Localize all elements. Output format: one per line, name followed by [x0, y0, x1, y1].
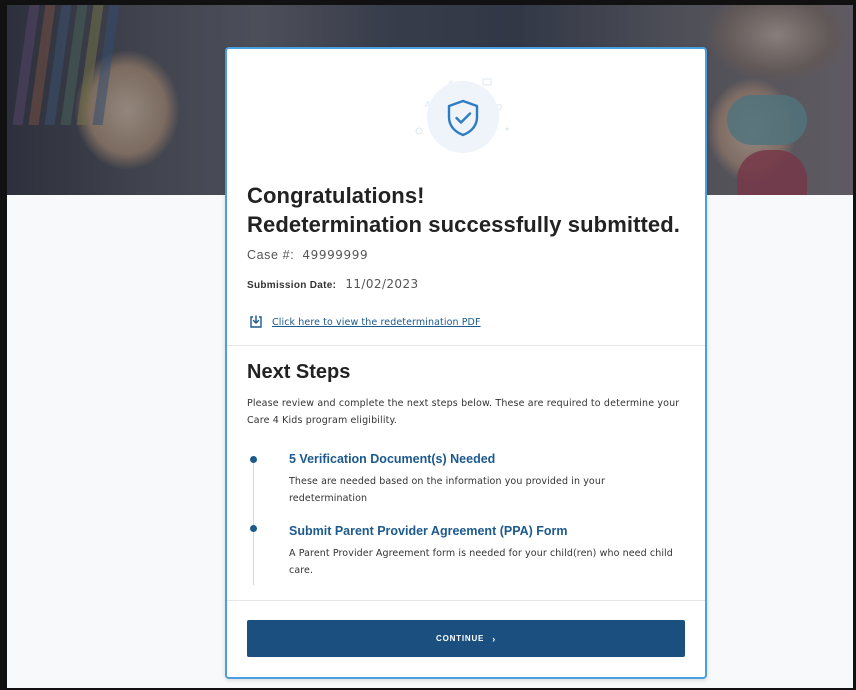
continue-button-label: CONTINUE	[436, 634, 485, 643]
view-pdf-link-label[interactable]: Click here to view the redetermination P…	[272, 317, 481, 328]
timeline-line	[253, 459, 254, 585]
chevron-right-icon: ›	[492, 633, 496, 644]
step-verification-title: 5 Verification Document(s) Needed	[289, 452, 496, 466]
success-badge: A	[407, 69, 517, 164]
next-steps-title: Next Steps	[247, 361, 351, 383]
submission-date-row: Submission Date: 11/02/2023	[247, 277, 419, 291]
section-divider	[227, 345, 705, 346]
download-icon	[250, 315, 262, 328]
timeline-dot	[250, 525, 257, 532]
case-number-value: 49999999	[302, 248, 369, 262]
timeline-dot	[250, 456, 257, 463]
view-pdf-link[interactable]: Click here to view the redetermination P…	[249, 315, 481, 329]
case-number-label: Case #:	[247, 248, 295, 262]
app-frame: A Congratulations! Redetermination succe…	[0, 0, 856, 690]
shield-check-icon	[447, 99, 479, 137]
step-ppa-title: Submit Parent Provider Agreement (PPA) F…	[289, 524, 568, 538]
confirmation-card: A Congratulations! Redetermination succe…	[225, 47, 707, 679]
footer-divider	[227, 600, 705, 601]
step-verification-text: These are needed based on the informatio…	[289, 476, 605, 504]
step-ppa-text: A Parent Provider Agreement form is need…	[289, 548, 673, 576]
heading-line-2: Redetermination successfully submitted.	[247, 212, 681, 237]
continue-button[interactable]: CONTINUE ›	[247, 620, 685, 657]
heading-line-1: Congratulations!	[247, 183, 425, 208]
next-steps-description: Please review and complete the next step…	[247, 398, 680, 426]
success-heading: Congratulations! Redetermination success…	[247, 181, 697, 239]
case-number-row: Case #: 49999999	[247, 248, 368, 262]
submission-date-value: 11/02/2023	[345, 277, 419, 291]
submission-date-label: Submission Date:	[247, 280, 337, 291]
